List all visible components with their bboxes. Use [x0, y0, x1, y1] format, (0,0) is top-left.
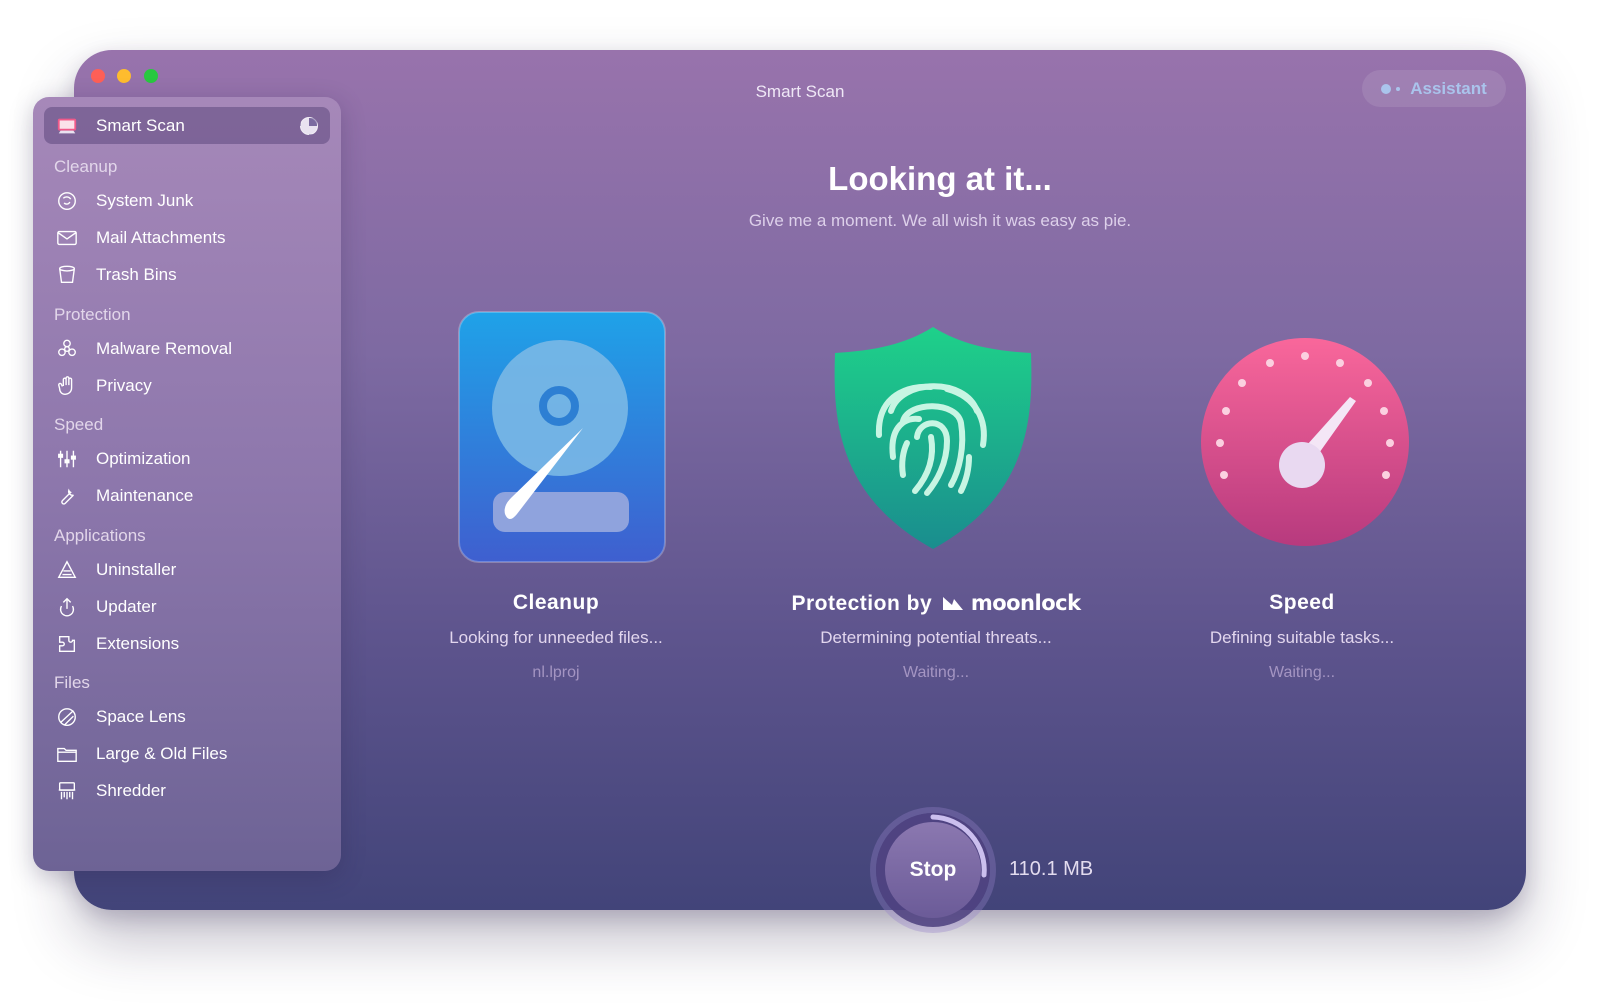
sidebar-item-label: Shredder — [96, 781, 166, 800]
system-junk-icon — [54, 189, 80, 213]
sidebar-item-privacy[interactable]: Privacy — [54, 374, 152, 398]
sidebar-item-trash-bins[interactable]: Trash Bins — [54, 263, 177, 287]
stop-button[interactable]: Stop — [885, 822, 981, 918]
sidebar-item-system-junk[interactable]: System Junk — [54, 189, 193, 213]
protection-title-text: Protection by — [791, 592, 933, 615]
sidebar-item-label: Large & Old Files — [96, 744, 228, 763]
cleanup-title: Cleanup — [512, 591, 600, 614]
hand-icon — [54, 374, 80, 398]
cleanup-detail: nl.lproj — [532, 664, 580, 681]
sidebar-section-cleanup: Cleanup — [54, 157, 118, 176]
protection-detail: Waiting... — [902, 664, 970, 681]
space-lens-icon — [54, 705, 80, 729]
scanned-size: 110.1 MB — [1009, 858, 1094, 880]
sidebar-item-label: Mail Attachments — [96, 228, 226, 247]
fingerprint-shield-icon — [834, 327, 1032, 549]
sidebar-section-applications: Applications — [54, 526, 146, 545]
maximize-window-button[interactable] — [144, 69, 158, 83]
sidebar-section-speed: Speed — [54, 415, 104, 434]
sidebar-item-label: Extensions — [96, 634, 180, 653]
protection-title: Protection by moonlock — [746, 591, 1126, 616]
sidebar-section-files: Files — [54, 673, 90, 692]
moonlock-logo-icon — [942, 593, 964, 610]
sidebar-item-optimization[interactable]: Optimization — [54, 447, 190, 471]
speedometer-icon — [1201, 338, 1409, 546]
close-window-button[interactable] — [91, 69, 105, 83]
biohazard-icon — [54, 337, 80, 361]
sidebar-item-label: Maintenance — [96, 486, 194, 505]
assistant-button[interactable]: Assistant — [1362, 70, 1506, 107]
shredder-icon — [54, 779, 80, 803]
scan-subline: Give me a moment. We all wish it was eas… — [748, 211, 1132, 230]
sidebar-item-label: Trash Bins — [96, 265, 177, 284]
monitor-icon — [54, 114, 80, 138]
sidebar-item-label: Uninstaller — [96, 560, 177, 579]
sidebar-item-label: Privacy — [96, 376, 152, 395]
folder-icon — [54, 742, 80, 766]
assistant-label: Assistant — [1410, 78, 1487, 98]
sidebar-item-mail-attachments[interactable]: Mail Attachments — [54, 226, 225, 250]
moonlock-brand: moonlock — [970, 591, 1081, 615]
protection-status: Determining potential threats... — [820, 628, 1052, 647]
sidebar-item-label: Smart Scan — [96, 116, 185, 135]
speed-detail: Waiting... — [1268, 664, 1336, 681]
sidebar-section-protection: Protection — [54, 305, 131, 324]
trash-icon — [54, 263, 80, 287]
sidebar-item-maintenance[interactable]: Maintenance — [54, 484, 193, 508]
sidebar-item-label: Updater — [96, 597, 157, 616]
speed-status: Defining suitable tasks... — [1209, 628, 1395, 647]
sidebar-item-shredder[interactable]: Shredder — [54, 779, 166, 803]
sidebar-item-uninstaller[interactable]: Uninstaller — [54, 558, 176, 582]
minimize-window-button[interactable] — [117, 69, 131, 83]
sidebar-item-smart-scan-row[interactable]: Smart Scan — [54, 114, 185, 138]
extensions-icon — [54, 632, 80, 656]
scan-progress-pie-icon — [300, 117, 318, 135]
sidebar-item-label: Space Lens — [96, 707, 186, 726]
uninstaller-icon — [54, 558, 80, 582]
sidebar: Smart Scan Cleanup System Junk Mail Atta… — [33, 97, 341, 871]
hard-drive-icon — [458, 311, 666, 563]
sidebar-item-large-old-files[interactable]: Large & Old Files — [54, 742, 227, 766]
sidebar-item-updater[interactable]: Updater — [54, 595, 156, 619]
updater-icon — [54, 595, 80, 619]
sliders-icon — [54, 447, 80, 471]
sidebar-item-label: Optimization — [96, 449, 191, 468]
scan-headline: Looking at it... — [828, 160, 1052, 197]
sidebar-item-extensions[interactable]: Extensions — [54, 632, 179, 656]
sidebar-item-malware-removal[interactable]: Malware Removal — [54, 337, 232, 361]
sidebar-item-space-lens[interactable]: Space Lens — [54, 705, 186, 729]
cleanup-status: Looking for unneeded files... — [449, 628, 663, 647]
envelope-icon — [54, 226, 80, 250]
assistant-dots-icon — [1381, 83, 1401, 94]
sidebar-item-label: Malware Removal — [96, 339, 233, 358]
speed-title: Speed — [1269, 591, 1335, 614]
wrench-icon — [54, 484, 80, 508]
sidebar-item-label: System Junk — [96, 191, 194, 210]
